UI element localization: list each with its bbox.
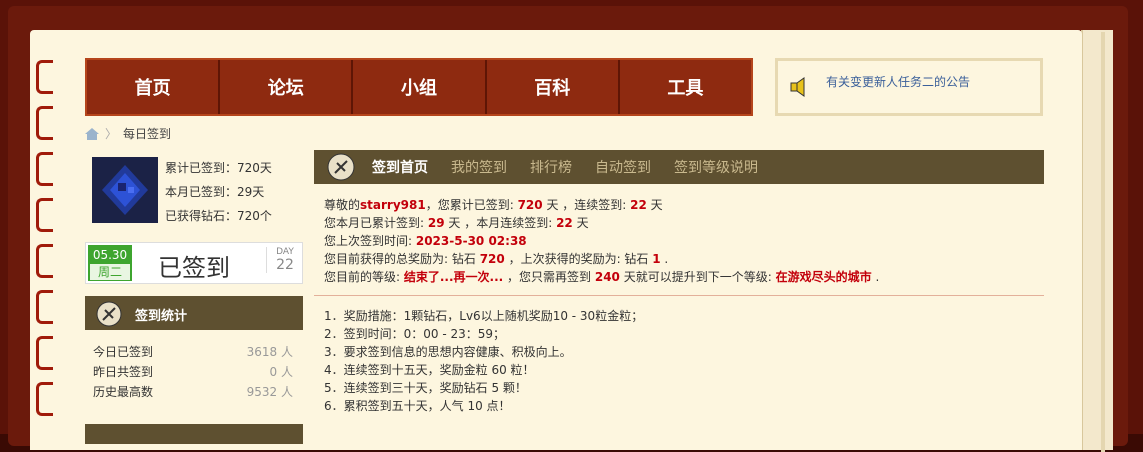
weekday-text: 周二 xyxy=(90,264,130,280)
info-line-1: 尊敬的starry981，您累计已签到: 720 天 ，连续签到: 22 天 xyxy=(324,198,663,212)
quill-icon xyxy=(327,153,355,181)
tab-auto-sign[interactable]: 自动签到 xyxy=(595,157,651,177)
info-line-4: 您目前获得的总奖励为: 钻石 720 ，上次获得的奖励为: 钻石 1 . xyxy=(324,252,669,266)
signed-label: 已签到 xyxy=(158,254,230,282)
stat-label: 昨日共签到 xyxy=(93,365,154,379)
breadcrumb-separator: 〉 xyxy=(105,127,118,141)
total-signed: 累计已签到：720天 xyxy=(165,161,272,175)
nav-tools[interactable]: 工具 xyxy=(620,60,751,114)
stat-label: 今日已签到 xyxy=(93,345,154,359)
stat-value: 9532 人 xyxy=(246,385,293,399)
stat-row: 昨日共签到 0 人 xyxy=(93,362,293,382)
ring-binding xyxy=(36,60,56,428)
stat-row: 今日已签到 3618 人 xyxy=(93,342,293,362)
rule-item: 2．签到时间：0：00 - 23：59； xyxy=(324,327,506,341)
tab-level-info[interactable]: 签到等级说明 xyxy=(674,157,758,177)
sign-stats-table: 今日已签到 3618 人 昨日共签到 0 人 历史最高数 9532 人 xyxy=(93,342,293,402)
day-number: 22 xyxy=(276,257,294,273)
page-edge xyxy=(1081,30,1113,450)
info-line-2: 您本月已累计签到: 29 天 ，本月连续签到: 22 天 xyxy=(324,216,589,230)
announcement-box: 有关变更新人任务二的公告 xyxy=(775,58,1043,116)
next-section-header xyxy=(85,424,303,444)
speaker-icon xyxy=(790,77,805,97)
page-edge-line xyxy=(1101,32,1105,452)
quill-icon xyxy=(96,301,122,327)
main-nav: 首页 论坛 小组 百科 工具 xyxy=(85,58,753,116)
stat-row: 历史最高数 9532 人 xyxy=(93,382,293,402)
diamonds-earned: 已获得钻石：720个 xyxy=(165,209,272,223)
breadcrumb-current: 每日签到 xyxy=(123,127,172,141)
month-signed: 本月已签到：29天 xyxy=(165,185,265,199)
sign-info: 尊敬的starry981，您累计已签到: 720 天 ，连续签到: 22 天 您… xyxy=(324,196,879,286)
tab-ranking[interactable]: 排行榜 xyxy=(530,157,572,177)
nav-forum[interactable]: 论坛 xyxy=(220,60,354,114)
signed-status-card: 05.30 周二 已签到 DAY 22 xyxy=(85,242,303,284)
divider xyxy=(314,295,1044,296)
sign-tabs: 签到首页 我的签到 排行榜 自动签到 签到等级说明 xyxy=(314,150,1044,184)
stat-value: 3618 人 xyxy=(246,345,293,359)
date-badge: 05.30 周二 xyxy=(88,245,132,281)
sign-rules: 1．奖励措施：1颗钻石，Lv6以上随机奖励10 - 30粒金粒； 2．签到时间：… xyxy=(324,307,643,415)
day-counter: DAY 22 xyxy=(266,247,303,273)
announcement-link[interactable]: 有关变更新人任务二的公告 xyxy=(826,73,970,90)
tab-my-sign[interactable]: 我的签到 xyxy=(451,157,507,177)
rule-item: 1．奖励措施：1颗钻石，Lv6以上随机奖励10 - 30粒金粒； xyxy=(324,309,644,323)
day-label: DAY xyxy=(276,247,294,257)
sign-stats-header: 签到统计 xyxy=(85,296,303,330)
sign-stats-title: 签到统计 xyxy=(135,309,188,324)
date-text: 05.30 xyxy=(92,248,128,262)
info-line-5: 您目前的等级: 结束了...再一次... ，您只需再签到 240 天就可以提升到… xyxy=(324,270,880,284)
stat-value: 0 人 xyxy=(269,365,293,379)
rule-item: 3．要求签到信息的思想内容健康、积极向上。 xyxy=(324,345,572,359)
nav-home[interactable]: 首页 xyxy=(87,60,221,114)
rule-item: 6．累积签到五十天，人气 10 点！ xyxy=(324,399,511,413)
rule-item: 4．连续签到十五天，奖励金粒 60 粒！ xyxy=(324,363,535,377)
user-stats: 累计已签到：720天 本月已签到：29天 已获得钻石：720个 xyxy=(165,156,272,228)
home-icon[interactable] xyxy=(85,127,99,140)
nav-wiki[interactable]: 百科 xyxy=(487,60,620,114)
stat-label: 历史最高数 xyxy=(93,385,154,399)
info-line-3: 您上次签到时间: 2023-5-30 02:38 xyxy=(324,234,527,248)
breadcrumb: 〉 每日签到 xyxy=(85,125,171,142)
nav-group[interactable]: 小组 xyxy=(353,60,487,114)
rule-item: 5．连续签到三十天，奖励钻石 5 颗！ xyxy=(324,381,527,395)
avatar xyxy=(92,157,158,223)
username[interactable]: starry981 xyxy=(360,198,426,212)
tab-sign-home[interactable]: 签到首页 xyxy=(372,157,428,177)
